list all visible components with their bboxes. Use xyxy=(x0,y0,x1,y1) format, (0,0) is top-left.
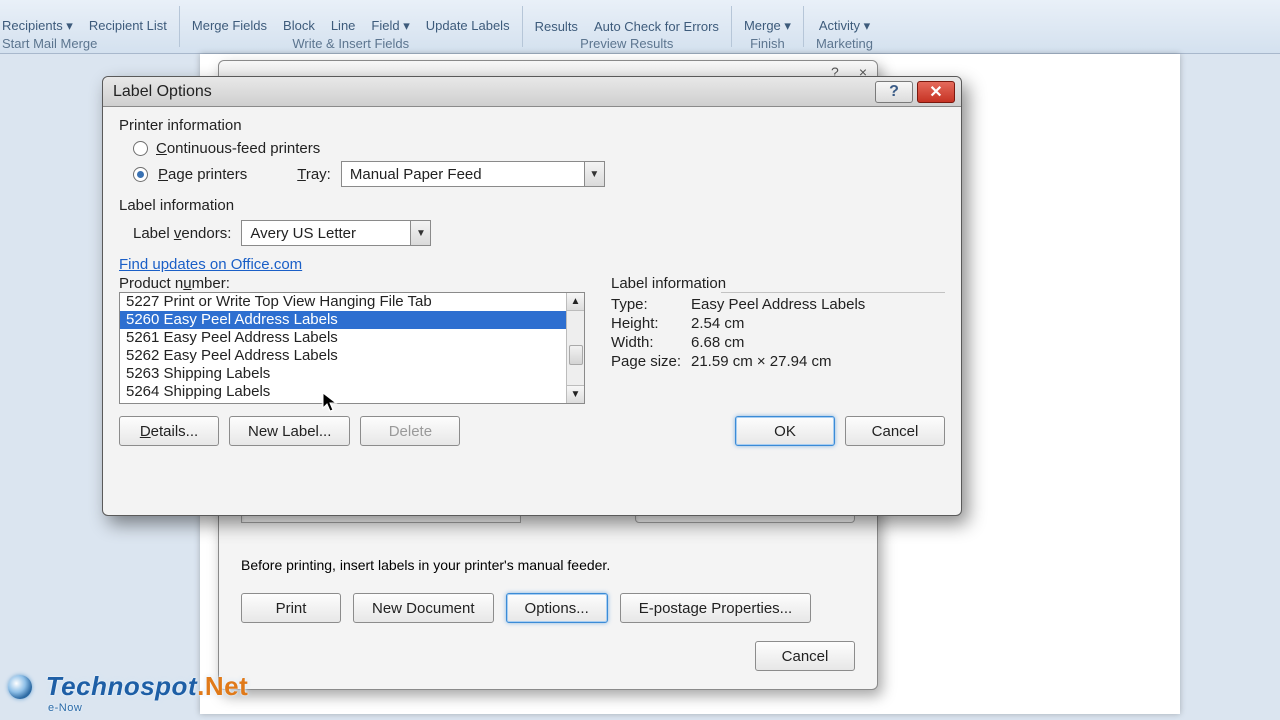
under-cancel-button[interactable]: Cancel xyxy=(755,641,855,671)
print-button[interactable]: Print xyxy=(241,593,341,623)
ribbon-recipient-list[interactable]: Recipient List xyxy=(89,18,167,34)
details-button[interactable]: Details... xyxy=(119,416,219,446)
product-list[interactable]: 5227 Print or Write Top View Hanging Fil… xyxy=(119,292,585,404)
product-item[interactable]: 5260 Easy Peel Address Labels xyxy=(120,311,584,329)
ribbon-group-preview: Preview Results xyxy=(580,36,673,51)
new-label-button[interactable]: New Label... xyxy=(229,416,350,446)
radio-continuous[interactable]: Continuous-feed printers xyxy=(133,140,945,157)
ribbon-group-finish: Finish xyxy=(750,36,785,51)
ok-button[interactable]: OK xyxy=(735,416,835,446)
vendors-label: Label vendors: xyxy=(133,225,231,242)
options-button[interactable]: Options... xyxy=(506,593,608,623)
vendors-value: Avery US Letter xyxy=(242,225,410,242)
label-options-dialog: Label Options ? ✕ Printer information Co… xyxy=(102,76,962,516)
ribbon-line[interactable]: Line xyxy=(331,18,356,34)
titlebar-close-button[interactable]: ✕ xyxy=(917,81,955,103)
vendors-combo[interactable]: Avery US Letter ▼ xyxy=(241,220,431,246)
ribbon-merge[interactable]: Merge ▾ xyxy=(744,18,791,34)
watermark-logo: Technospot.Net e-Now xyxy=(8,671,248,714)
printer-info-heading: Printer information xyxy=(119,117,945,134)
ribbon-auto-check[interactable]: Auto Check for Errors xyxy=(594,19,719,34)
ribbon: Recipients ▾ Recipient List Start Mail M… xyxy=(0,0,1280,54)
chevron-down-icon[interactable]: ▼ xyxy=(410,221,430,245)
ribbon-group-marketing: Marketing xyxy=(816,36,873,51)
product-item[interactable]: 5263 Shipping Labels xyxy=(120,365,584,383)
ribbon-group-write: Write & Insert Fields xyxy=(292,36,409,51)
product-number-label: Product number: xyxy=(119,275,585,292)
label-info-subheading: Label information xyxy=(611,275,945,292)
tray-combo[interactable]: Manual Paper Feed ▼ xyxy=(341,161,605,187)
product-item[interactable]: 5262 Easy Peel Address Labels xyxy=(120,347,584,365)
delete-button: Delete xyxy=(360,416,460,446)
scroll-down-icon[interactable]: ▼ xyxy=(567,385,584,403)
radio-continuous-label: Continuous-feed printers xyxy=(156,140,320,157)
radio-page[interactable]: Page printers Tray: Manual Paper Feed ▼ xyxy=(133,161,945,187)
scroll-up-icon[interactable]: ▲ xyxy=(567,293,584,311)
ribbon-update-labels[interactable]: Update Labels xyxy=(426,18,510,34)
ribbon-field[interactable]: Field ▾ xyxy=(371,18,409,34)
ribbon-block[interactable]: Block xyxy=(283,18,315,34)
find-updates-link[interactable]: Find updates on Office.com xyxy=(119,256,302,273)
label-info-heading: Label information xyxy=(119,197,945,214)
chevron-down-icon[interactable]: ▼ xyxy=(584,162,604,186)
titlebar: Label Options ? ✕ xyxy=(103,77,961,107)
titlebar-help-button[interactable]: ? xyxy=(875,81,913,103)
ribbon-merge-fields[interactable]: Merge Fields xyxy=(192,18,267,34)
scroll-thumb[interactable] xyxy=(569,345,583,365)
ribbon-results[interactable]: Results xyxy=(535,19,578,34)
ribbon-activity[interactable]: Activity ▾ xyxy=(819,18,870,34)
cancel-button[interactable]: Cancel xyxy=(845,416,945,446)
product-item[interactable]: 5227 Print or Write Top View Hanging Fil… xyxy=(120,293,584,311)
radio-page-label: Page printers xyxy=(158,166,247,183)
epostage-button[interactable]: E-postage Properties... xyxy=(620,593,811,623)
tray-value: Manual Paper Feed xyxy=(342,166,584,183)
dialog-title: Label Options xyxy=(113,83,871,101)
ribbon-group-start: Start Mail Merge xyxy=(2,36,97,51)
tray-label: Tray: xyxy=(297,166,331,183)
product-item[interactable]: 5261 Easy Peel Address Labels xyxy=(120,329,584,347)
manual-feed-hint: Before printing, insert labels in your p… xyxy=(241,557,855,573)
ribbon-recipients[interactable]: Recipients ▾ xyxy=(2,18,73,34)
radio-icon xyxy=(133,167,148,182)
label-info-table: Type:Easy Peel Address Labels Height:2.5… xyxy=(611,295,865,371)
scrollbar[interactable]: ▲ ▼ xyxy=(566,293,584,403)
new-document-button[interactable]: New Document xyxy=(353,593,494,623)
product-item[interactable]: 5264 Shipping Labels xyxy=(120,383,584,401)
radio-icon xyxy=(133,141,148,156)
